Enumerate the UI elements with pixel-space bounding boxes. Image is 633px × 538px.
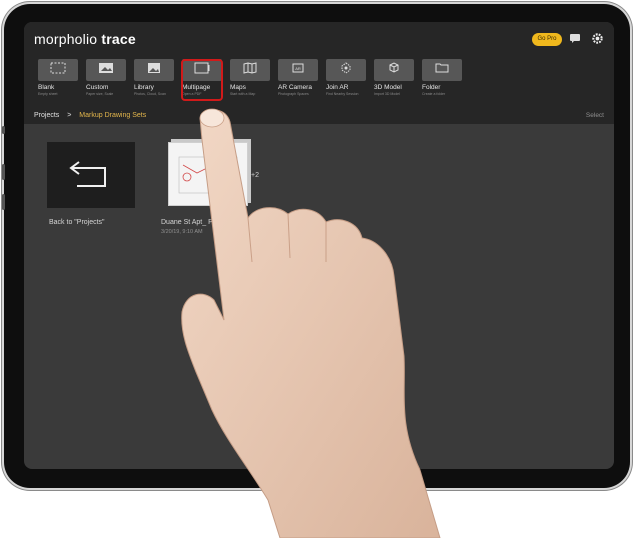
tool-ar-camera[interactable]: AR AR Camera Photograph Spaces [278, 59, 322, 96]
select-button[interactable]: Select [586, 112, 604, 119]
library-icon [134, 62, 174, 79]
tool-label: Maps [230, 84, 246, 91]
back-card-label: Back to "Projects" [49, 219, 105, 226]
home-indicator [269, 464, 369, 467]
power-button [2, 126, 5, 134]
tool-sublabel: Start with a Map [230, 92, 256, 96]
top-bar: morpholio trace Go Pro Blank Empty sheet… [24, 22, 614, 124]
tool-sublabel: Empty sheet [38, 92, 58, 96]
tool-sublabel: Create a folder [422, 92, 446, 96]
svg-text:AR: AR [295, 66, 301, 71]
tool-sublabel: Find Nearby Session [326, 92, 359, 96]
tool-blank[interactable]: Blank Empty sheet [38, 59, 82, 96]
tablet-frame: morpholio trace Go Pro Blank Empty sheet… [2, 4, 630, 488]
go-pro-button[interactable]: Go Pro [532, 33, 562, 46]
logo-suffix: trace [101, 31, 136, 47]
multipage-highlight [181, 59, 223, 101]
volume-up-button [2, 164, 5, 180]
tool-label: Folder [422, 84, 441, 91]
logo-prefix: morpholio [34, 31, 98, 47]
app-logo: morpholio trace [34, 31, 136, 47]
tool-sublabel: Paper size, Scale [86, 92, 114, 96]
breadcrumb-root[interactable]: Projects [34, 112, 59, 119]
tool-sublabel: Photos, Cloud, Scan [134, 92, 166, 96]
tool-custom[interactable]: Custom Paper size, Scale [86, 59, 130, 96]
chat-icon[interactable] [568, 32, 582, 46]
tool-label: 3D Model [374, 84, 402, 91]
tool-label: Custom [86, 84, 109, 91]
tool-folder[interactable]: Folder Create a folder [422, 59, 466, 96]
drawing-thumbnail-icon [178, 156, 238, 194]
file-count-badge: +2 [251, 172, 259, 179]
tool-sublabel: Photograph Spaces [278, 92, 309, 96]
folder-icon [422, 62, 462, 79]
maps-icon [230, 62, 270, 79]
tool-label: Library [134, 84, 154, 91]
tool-3d-model[interactable]: 3D Model Import 3D Model [374, 59, 418, 96]
app-screen: morpholio trace Go Pro Blank Empty sheet… [24, 22, 614, 469]
breadcrumb: Projects > Markup Drawing Sets [34, 112, 146, 119]
breadcrumb-separator: > [67, 112, 72, 119]
file-date: 3/20/19, 9:10 AM [161, 229, 203, 235]
tool-join-ar[interactable]: Join AR Find Nearby Session [326, 59, 370, 96]
tool-label: Join AR [326, 84, 349, 91]
tool-maps[interactable]: Maps Start with a Map [230, 59, 274, 96]
tool-label: Blank [38, 84, 55, 91]
breadcrumb-current: Markup Drawing Sets [79, 112, 147, 119]
custom-icon [86, 62, 126, 79]
gear-icon[interactable] [590, 32, 604, 46]
blank-icon [38, 62, 78, 79]
tool-sublabel: Import 3D Model [374, 92, 400, 96]
volume-down-button [2, 194, 5, 210]
join-ar-icon [326, 62, 366, 79]
back-arrow-icon [69, 161, 106, 187]
file-name: Duane St Apt_ Pl [161, 219, 215, 226]
3d-model-icon [374, 62, 414, 79]
file-thumbnail[interactable] [168, 142, 248, 206]
tool-library[interactable]: Library Photos, Cloud, Scan [134, 59, 178, 96]
back-to-projects-card[interactable] [47, 142, 135, 208]
ar-camera-icon: AR [278, 62, 318, 79]
tool-label: AR Camera [278, 84, 312, 91]
